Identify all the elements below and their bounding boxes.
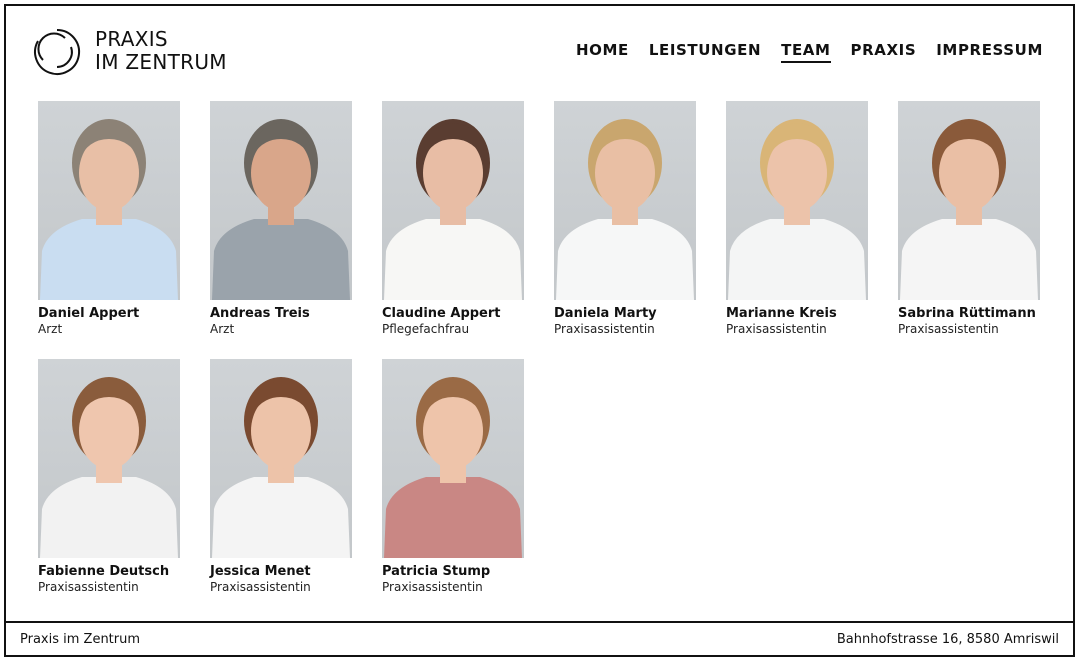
team-member-name: Sabrina Rüttimann xyxy=(898,306,1036,321)
main-nav: HOME LEISTUNGEN TEAM PRAXIS IMPRESSUM xyxy=(556,41,1043,63)
team-member-role: Praxisassistentin xyxy=(210,580,311,594)
team-photo xyxy=(554,101,696,300)
team-member-name: Fabienne Deutsch xyxy=(38,564,170,579)
team-member-role: Praxisassistentin xyxy=(382,580,483,594)
portrait-image xyxy=(212,377,350,558)
team-card: Patricia Stump Praxisassistentin xyxy=(382,359,524,594)
portrait-image xyxy=(384,119,522,300)
team-member-name: Daniela Marty xyxy=(554,306,657,321)
team-card: Fabienne Deutsch Praxisassistentin xyxy=(38,359,180,594)
team-grid: Daniel Appert Arzt Andreas Treis Arzt Cl… xyxy=(38,101,1048,617)
team-card: Daniel Appert Arzt xyxy=(38,101,180,336)
team-member-name: Andreas Treis xyxy=(210,306,310,321)
team-card: Marianne Kreis Praxisassistentin xyxy=(726,101,868,336)
team-member-role: Praxisassistentin xyxy=(554,322,655,336)
team-card: Claudine Appert Pflegefachfrau xyxy=(382,101,524,336)
page-frame: PRAXIS IM ZENTRUM HOME LEISTUNGEN TEAM P… xyxy=(4,4,1075,657)
team-photo xyxy=(210,359,352,558)
nav-team[interactable]: TEAM xyxy=(781,41,831,63)
team-member-role: Praxisassistentin xyxy=(898,322,999,336)
team-member-name: Daniel Appert xyxy=(38,306,140,321)
team-card: Jessica Menet Praxisassistentin xyxy=(210,359,352,594)
team-member-role: Arzt xyxy=(38,322,63,336)
team-photo xyxy=(38,359,180,558)
brand-line-2: IM ZENTRUM xyxy=(95,50,227,74)
team-photo xyxy=(726,101,868,300)
portrait-image xyxy=(556,119,694,300)
footer-practice-name: Praxis im Zentrum xyxy=(20,631,141,647)
nav-leistungen[interactable]: LEISTUNGEN xyxy=(649,41,761,63)
team-card: Andreas Treis Arzt xyxy=(210,101,352,336)
nav-home[interactable]: HOME xyxy=(576,41,629,63)
team-photo xyxy=(382,101,524,300)
portrait-image xyxy=(40,119,178,300)
team-photo xyxy=(382,359,524,558)
team-member-role: Pflegefachfrau xyxy=(382,322,470,336)
team-card: Sabrina Rüttimann Praxisassistentin xyxy=(898,101,1040,336)
team-card: Daniela Marty Praxisassistentin xyxy=(554,101,696,336)
portrait-image xyxy=(384,377,522,558)
nav-praxis[interactable]: PRAXIS xyxy=(851,41,917,63)
portrait-image xyxy=(40,377,178,558)
brand-name: PRAXIS IM ZENTRUM xyxy=(95,28,227,74)
site-footer: Praxis im Zentrum Bahnhofstrasse 16, 858… xyxy=(6,621,1073,655)
brand-line-1: PRAXIS xyxy=(95,27,168,51)
team-row: Daniel Appert Arzt Andreas Treis Arzt Cl… xyxy=(38,101,1048,336)
team-photo xyxy=(210,101,352,300)
nav-impressum[interactable]: IMPRESSUM xyxy=(936,41,1043,63)
team-photo xyxy=(38,101,180,300)
portrait-image xyxy=(900,119,1038,300)
circle-logo-icon xyxy=(34,29,81,75)
team-member-name: Marianne Kreis xyxy=(726,306,837,321)
team-photo xyxy=(898,101,1040,300)
footer-address: Bahnhofstrasse 16, 8580 Amriswil xyxy=(836,631,1059,647)
site-logo[interactable]: PRAXIS IM ZENTRUM xyxy=(31,26,227,78)
team-member-name: Patricia Stump xyxy=(382,564,491,579)
team-member-role: Arzt xyxy=(210,322,235,336)
team-member-role: Praxisassistentin xyxy=(38,580,139,594)
team-member-name: Jessica Menet xyxy=(210,564,311,579)
team-member-name: Claudine Appert xyxy=(382,306,501,321)
portrait-image xyxy=(728,119,866,300)
portrait-image xyxy=(212,119,350,300)
team-row: Fabienne Deutsch Praxisassistentin Jessi… xyxy=(38,359,1048,594)
team-member-role: Praxisassistentin xyxy=(726,322,827,336)
